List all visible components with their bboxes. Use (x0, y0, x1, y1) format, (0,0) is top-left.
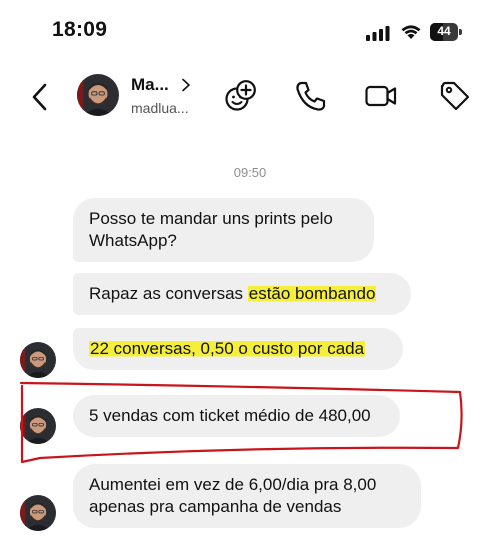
battery-percent: 44 (437, 24, 451, 38)
highlighted-text: 22 conversas, 0,50 o custo por cada (89, 339, 366, 358)
phone-icon[interactable] (294, 79, 328, 113)
tag-icon[interactable] (438, 79, 472, 113)
sticker-smile-plus-icon[interactable] (224, 79, 258, 113)
contact-username[interactable]: madlua... (131, 100, 189, 116)
highlighted-text: estão bombando (247, 284, 377, 303)
battery-icon: 44 (430, 23, 464, 41)
message-bubble[interactable]: 22 conversas, 0,50 o custo por cada (73, 328, 403, 370)
contact-name[interactable]: Ma... (131, 75, 169, 95)
avatar[interactable] (20, 408, 56, 444)
message-text: Aumentei em vez de 6,00/dia pra 8,00 ape… (89, 475, 377, 516)
chevron-right-icon[interactable] (181, 78, 191, 92)
message-text: Posso te mandar uns prints pelo WhatsApp… (89, 209, 333, 250)
video-camera-icon[interactable] (364, 79, 398, 113)
chevron-left-icon[interactable] (30, 82, 50, 112)
clock: 18:09 (52, 18, 108, 41)
avatar[interactable] (20, 342, 56, 378)
cellular-signal-icon (366, 26, 390, 41)
message-timestamp: 09:50 (233, 165, 267, 180)
message-text: Rapaz as conversas (89, 284, 248, 303)
message-bubble[interactable]: Aumentei em vez de 6,00/dia pra 8,00 ape… (73, 464, 421, 528)
chat-header: Ma... madlua... (0, 64, 500, 130)
avatar[interactable] (77, 74, 119, 116)
message-bubble[interactable]: Posso te mandar uns prints pelo WhatsApp… (73, 198, 374, 262)
message-bubble[interactable]: Rapaz as conversas estão bombando (73, 273, 411, 315)
status-bar: 18:09 44 (0, 0, 500, 64)
avatar[interactable] (20, 495, 56, 531)
message-text: 5 vendas com ticket médio de 480,00 (89, 406, 371, 425)
message-bubble[interactable]: 5 vendas com ticket médio de 480,00 (73, 395, 400, 437)
wifi-icon (401, 25, 421, 39)
